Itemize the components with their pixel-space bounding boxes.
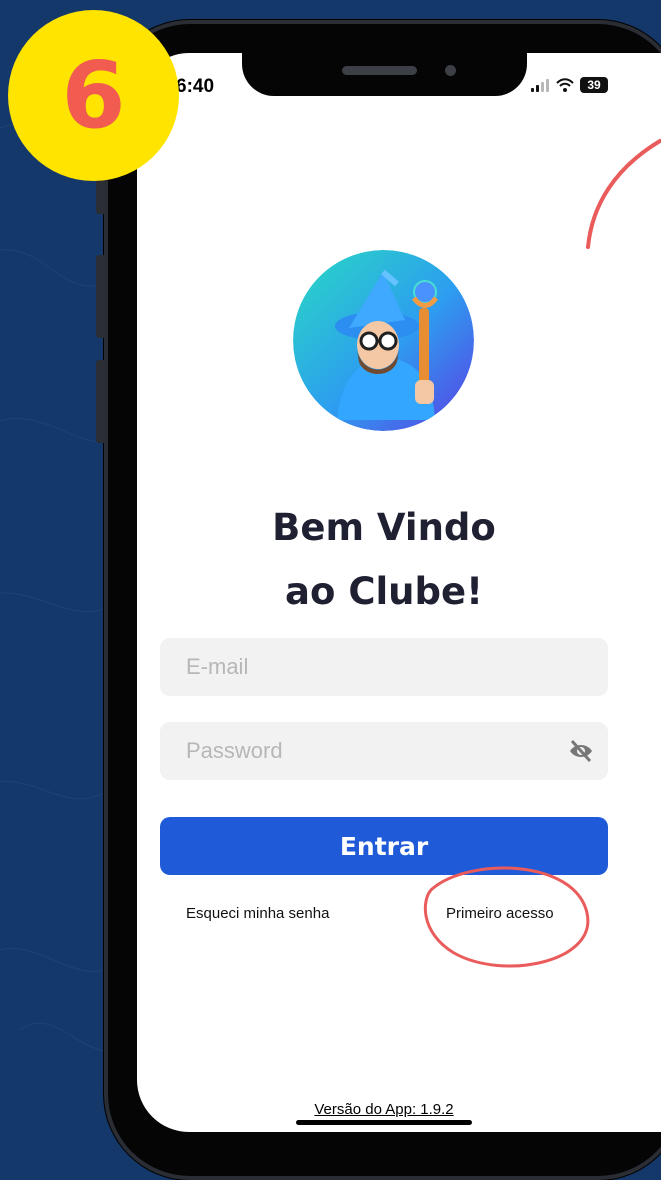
wizard-avatar-icon bbox=[293, 250, 474, 431]
speaker-grille bbox=[342, 66, 417, 75]
eye-slash-icon[interactable] bbox=[568, 739, 594, 763]
wifi-icon bbox=[556, 78, 574, 92]
login-button-label: Entrar bbox=[339, 831, 429, 861]
first-access-link[interactable]: Primeiro acesso bbox=[446, 905, 554, 922]
phone-notch bbox=[242, 53, 527, 96]
welcome-heading: Bem Vindo ao Clube! bbox=[137, 496, 631, 624]
welcome-heading-line1: Bem Vindo bbox=[272, 506, 496, 549]
email-field-container bbox=[160, 638, 608, 696]
email-field[interactable] bbox=[184, 653, 548, 681]
status-bar-time: 6:40 bbox=[176, 76, 215, 97]
battery-indicator: 39 bbox=[580, 77, 608, 93]
signal-icon bbox=[531, 79, 549, 92]
welcome-heading-line2: ao Clube! bbox=[285, 570, 483, 613]
password-field[interactable] bbox=[184, 737, 548, 765]
login-button[interactable]: Entrar bbox=[160, 817, 608, 875]
phone-volume-down-button bbox=[96, 360, 104, 443]
forgot-password-link[interactable]: Esqueci minha senha bbox=[186, 905, 329, 922]
app-version-link[interactable]: Versão do App: 1.9.2 bbox=[280, 1101, 488, 1118]
phone-volume-up-button bbox=[96, 255, 104, 338]
front-camera bbox=[445, 65, 456, 76]
status-bar-icons: 39 bbox=[530, 77, 608, 93]
wizard-avatar bbox=[293, 250, 474, 431]
step-number: 6 bbox=[61, 41, 126, 149]
home-indicator bbox=[296, 1120, 472, 1125]
step-number-badge: 6 bbox=[8, 10, 179, 181]
password-field-container bbox=[160, 722, 608, 780]
